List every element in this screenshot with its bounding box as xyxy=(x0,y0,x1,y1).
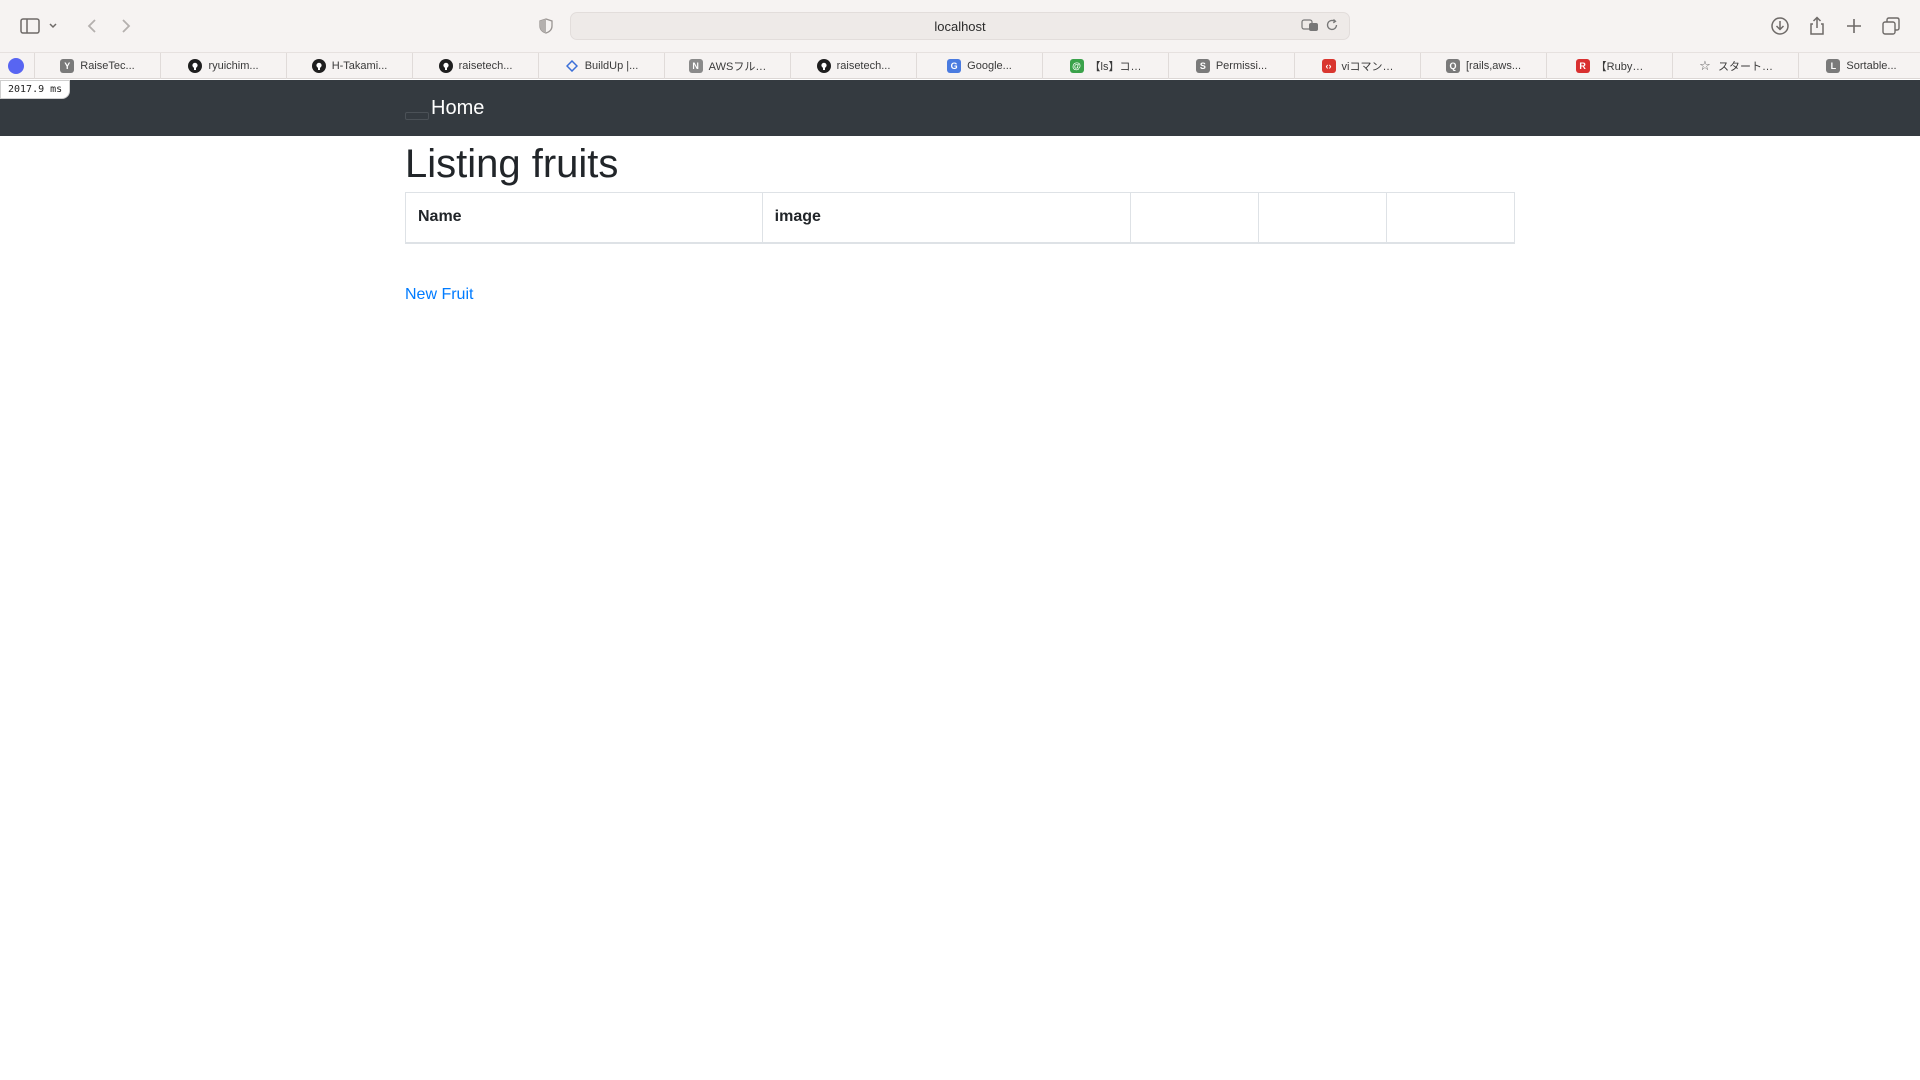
favorite-item[interactable]: Q [rails,aws... xyxy=(1420,53,1546,79)
favorite-item[interactable]: G Google... xyxy=(916,53,1042,79)
favorite-item[interactable]: @ 【ls】コ… xyxy=(1042,53,1168,79)
favorite-item[interactable]: ☆ スタート… xyxy=(1672,53,1798,79)
github-icon xyxy=(311,59,326,73)
favorite-label: raisetech... xyxy=(836,60,891,72)
favorite-item[interactable]: ryuichim... xyxy=(160,53,286,79)
favorite-label: AWSフル… xyxy=(708,61,767,73)
column-header-show xyxy=(1130,192,1260,244)
downloads-icon[interactable] xyxy=(1764,12,1796,40)
favorite-label: [rails,aws... xyxy=(1465,60,1521,72)
navbar-toggler[interactable] xyxy=(405,112,429,120)
favorite-label: 【Ruby… xyxy=(1595,61,1644,73)
favorite-label: Google... xyxy=(967,60,1012,72)
favorite-label: Permissi... xyxy=(1215,60,1268,72)
discord-icon[interactable] xyxy=(8,58,24,74)
favorite-item[interactable]: L Sortable... xyxy=(1798,53,1920,79)
favorite-item[interactable]: H-Takami... xyxy=(286,53,412,79)
browser-toolbar: localhost xyxy=(0,0,1920,52)
favorite-label: 【ls】コ… xyxy=(1089,61,1142,73)
star-icon: ☆ xyxy=(1699,58,1711,73)
render-timing-badge: 2017.9 ms xyxy=(0,80,71,99)
page-title: Listing fruits xyxy=(405,142,619,186)
navbar-brand-home[interactable]: Home xyxy=(431,97,484,120)
favorite-label: RaiseTec... xyxy=(80,60,135,72)
s-icon: S xyxy=(1195,59,1210,73)
reload-icon[interactable] xyxy=(1325,18,1341,34)
app-navbar: Home xyxy=(0,80,1920,136)
share-icon[interactable] xyxy=(1801,12,1833,40)
ruby-icon: R xyxy=(1575,59,1590,73)
github-icon xyxy=(438,59,453,73)
back-icon[interactable] xyxy=(76,12,108,40)
favorite-item[interactable]: Y RaiseTec... xyxy=(34,53,160,79)
buildup-icon xyxy=(565,59,579,73)
favorite-label: BuildUp |... xyxy=(584,60,639,72)
github-icon xyxy=(188,59,203,73)
column-header-image: image xyxy=(761,192,1132,244)
notion-n-icon: N xyxy=(688,59,703,73)
address-bar[interactable]: localhost xyxy=(570,12,1350,40)
favorite-item[interactable]: N AWSフル… xyxy=(664,53,790,79)
favorites-bar: Y RaiseTec... ryuichim... H-Takami... raiset… xyxy=(0,52,1920,79)
favorite-label: ryuichim... xyxy=(208,60,259,72)
favorite-item[interactable]: BuildUp |... xyxy=(538,53,664,79)
favorite-item[interactable]: R 【Ruby… xyxy=(1546,53,1672,79)
favorite-label: raisetech... xyxy=(458,60,513,72)
column-header-destroy xyxy=(1386,192,1515,244)
main-content: Listing fruits Name image New Fruit xyxy=(405,136,1515,304)
favorite-item[interactable]: S Permissi... xyxy=(1168,53,1294,79)
column-header-edit xyxy=(1258,192,1388,244)
new-tab-icon[interactable] xyxy=(1838,12,1870,40)
favorite-item[interactable]: ‹› viコマン… xyxy=(1294,53,1420,79)
table-header-row: Name image xyxy=(405,192,1515,244)
fruits-table: Name image xyxy=(405,192,1515,244)
google-translate-icon: G xyxy=(947,59,962,73)
github-icon xyxy=(816,59,831,73)
sidebar-toggle-icon[interactable] xyxy=(14,12,46,40)
qiita-icon: Q xyxy=(1445,59,1460,73)
chevron-down-icon[interactable] xyxy=(44,12,62,40)
favorite-label: H-Takami... xyxy=(331,60,388,72)
favorite-label: viコマン… xyxy=(1341,61,1394,73)
new-fruit-link[interactable]: New Fruit xyxy=(405,286,473,304)
l-icon: L xyxy=(1826,59,1841,73)
favorite-label: スタート… xyxy=(1718,61,1773,73)
favorite-item[interactable]: raisetech... xyxy=(790,53,916,79)
column-header-name: Name xyxy=(405,192,763,244)
translate-icon[interactable] xyxy=(1301,18,1319,34)
forward-icon[interactable] xyxy=(110,12,142,40)
tab-overview-icon[interactable] xyxy=(1875,12,1907,40)
at-sign-icon: @ xyxy=(1069,59,1084,73)
url-text: localhost xyxy=(934,19,986,34)
favorite-item[interactable]: raisetech... xyxy=(412,53,538,79)
code-icon: ‹› xyxy=(1321,59,1336,73)
favorite-label: Sortable... xyxy=(1846,60,1897,72)
privacy-shield-icon[interactable] xyxy=(530,12,562,40)
raisetech-y-icon: Y xyxy=(60,59,75,73)
